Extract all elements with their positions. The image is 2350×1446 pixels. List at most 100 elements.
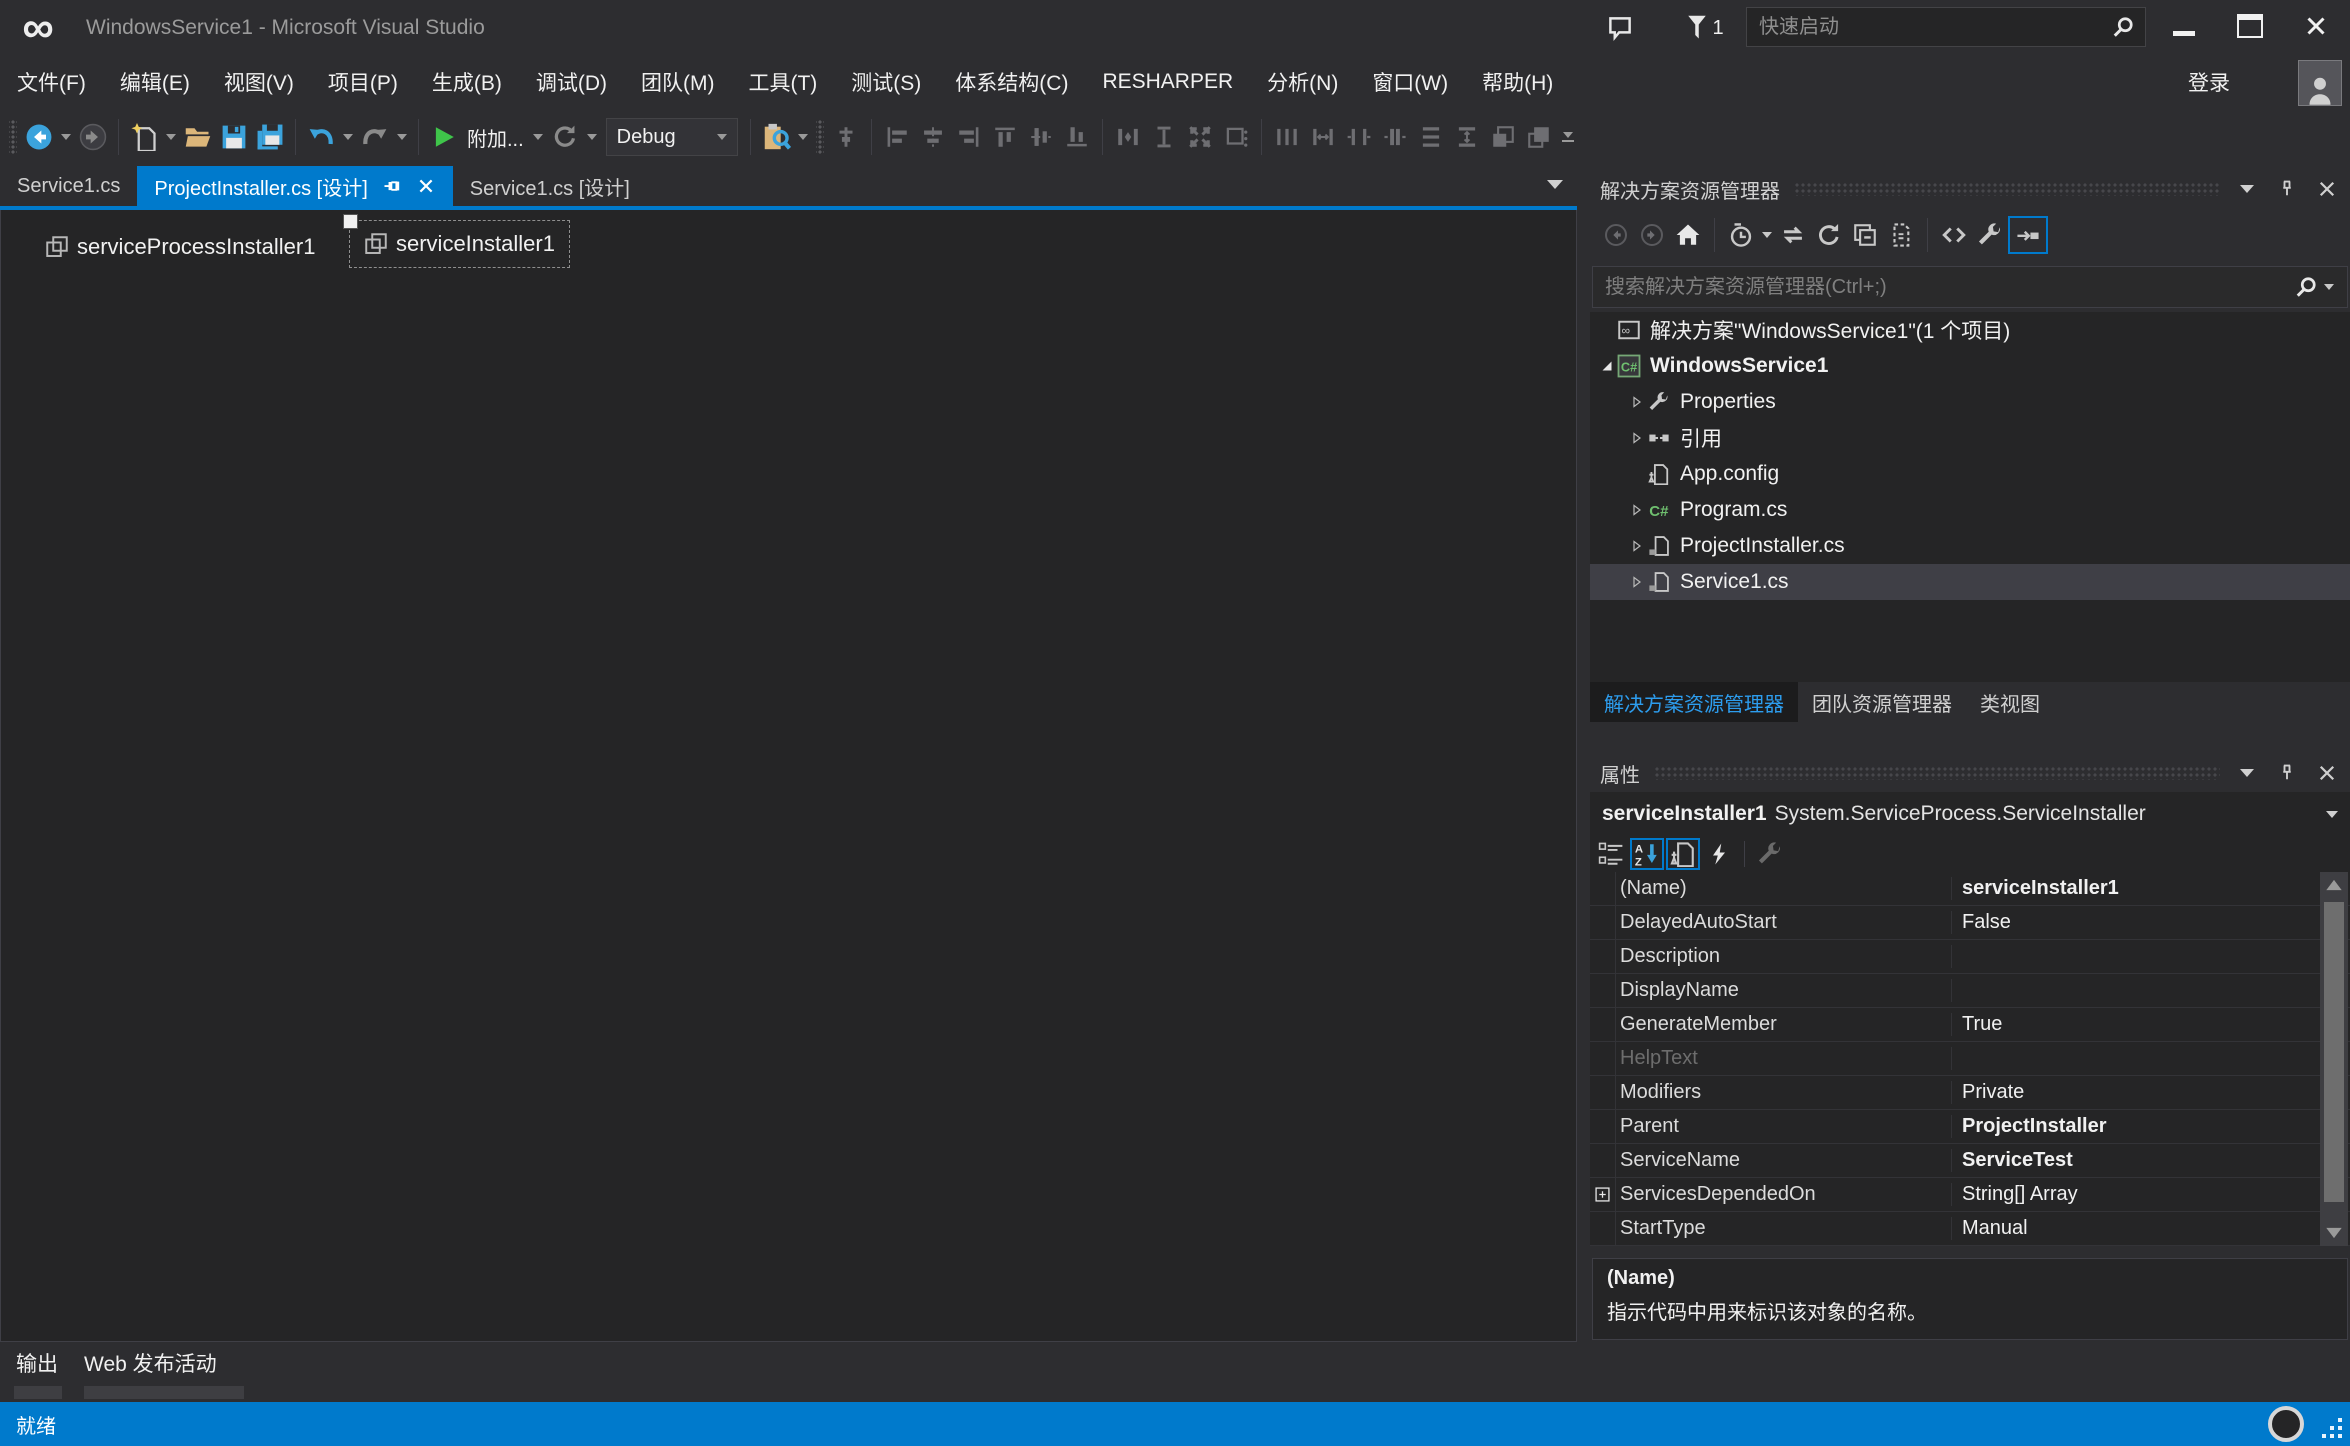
preview-selected-items-toggle[interactable] — [2008, 216, 2048, 254]
web-publish-tab-indicator[interactable] — [84, 1386, 244, 1399]
snap-to-gridlines-button[interactable] — [829, 117, 863, 157]
pin-icon[interactable] — [382, 176, 402, 196]
restart-dropdown[interactable] — [587, 134, 597, 140]
window-position-menu[interactable] — [2234, 176, 2260, 202]
property-value[interactable]: ServiceTest — [1952, 1149, 2350, 1172]
solution-explorer-header[interactable]: 解决方案资源管理器 — [1590, 170, 2350, 208]
menu-analyze[interactable]: 分析(N) — [1250, 56, 1355, 108]
make-vertical-spacing-equal-button[interactable] — [1414, 117, 1448, 157]
new-file-button[interactable] — [127, 117, 161, 157]
start-debug-button[interactable] — [427, 117, 461, 157]
property-row-delayedautostart[interactable]: DelayedAutoStart False — [1590, 906, 2350, 940]
sync-with-active-document-button[interactable] — [1775, 215, 1811, 255]
menu-file[interactable]: 文件(F) — [0, 56, 103, 108]
alphabetical-button[interactable]: AZ — [1630, 838, 1664, 870]
tab-solution-explorer[interactable]: 解决方案资源管理器 — [1590, 682, 1798, 722]
property-pages-button[interactable] — [1753, 838, 1787, 870]
tab-output[interactable]: 输出 — [16, 1348, 58, 1378]
minimize-button[interactable] — [2152, 0, 2216, 52]
menu-view[interactable]: 视图(V) — [207, 56, 311, 108]
tree-item-app-config[interactable]: App.config — [1590, 456, 2350, 492]
expander-collapsed-icon[interactable] — [1628, 537, 1646, 555]
close-button[interactable] — [2284, 0, 2348, 52]
scroll-up-arrow[interactable] — [2320, 872, 2348, 898]
property-row-starttype[interactable]: StartType Manual — [1590, 1212, 2350, 1246]
notifications-button[interactable]: 1 — [1676, 8, 1734, 48]
attach-label[interactable]: 附加... — [467, 123, 524, 152]
auto-hide-pin-button[interactable] — [2274, 760, 2300, 786]
navigate-backward-button[interactable] — [22, 117, 56, 157]
filter-dropdown[interactable] — [1762, 232, 1772, 238]
tree-item-service1-cs[interactable]: Service1.cs — [1590, 564, 2350, 600]
component-serviceinstaller1[interactable]: serviceInstaller1 — [349, 220, 570, 268]
auto-hide-pin-button[interactable] — [2274, 176, 2300, 202]
menu-architecture[interactable]: 体系结构(C) — [938, 56, 1085, 108]
decrease-horizontal-spacing-button[interactable] — [1342, 117, 1376, 157]
tab-service1-designer[interactable]: Service1.cs [设计] — [453, 166, 647, 206]
properties-button[interactable] — [1972, 215, 2008, 255]
search-options-dropdown[interactable] — [2324, 284, 2334, 290]
designer-surface[interactable]: serviceProcessInstaller1 serviceInstalle… — [0, 210, 1577, 1342]
property-row-generatemember[interactable]: GenerateMember True — [1590, 1008, 2350, 1042]
make-same-height-button[interactable] — [1147, 117, 1181, 157]
property-row-modifiers[interactable]: Modifiers Private — [1590, 1076, 2350, 1110]
se-navigate-backward-button[interactable] — [1598, 215, 1634, 255]
expander-collapsed-icon[interactable] — [1628, 393, 1646, 411]
properties-view-button[interactable] — [1666, 838, 1700, 870]
menu-window[interactable]: 窗口(W) — [1355, 56, 1465, 108]
sign-in-link[interactable]: 登录 — [2188, 56, 2230, 108]
tab-service1-cs[interactable]: Service1.cs — [0, 166, 137, 206]
redo-dropdown[interactable] — [397, 134, 407, 140]
property-row-servicename[interactable]: ServiceName ServiceTest — [1590, 1144, 2350, 1178]
quick-launch-box[interactable] — [1746, 7, 2146, 47]
increase-horizontal-spacing-button[interactable] — [1306, 117, 1340, 157]
new-file-dropdown[interactable] — [166, 134, 176, 140]
categorized-button[interactable] — [1594, 838, 1628, 870]
document-list-dropdown[interactable] — [1547, 180, 1563, 189]
collapse-all-button[interactable] — [1847, 215, 1883, 255]
property-row-helptext[interactable]: HelpText — [1590, 1042, 2350, 1076]
property-value[interactable]: ProjectInstaller — [1952, 1115, 2350, 1138]
open-file-button[interactable] — [181, 117, 215, 157]
align-rights-button[interactable] — [952, 117, 986, 157]
selection-handle[interactable] — [343, 214, 358, 229]
property-value[interactable]: serviceInstaller1 — [1952, 877, 2350, 900]
layout-toolbar-drag-grip[interactable] — [816, 120, 824, 154]
menu-team[interactable]: 团队(M) — [624, 56, 731, 108]
menu-resharper[interactable]: RESHARPER — [1085, 56, 1250, 108]
toolbar-overflow-button[interactable] — [1562, 132, 1574, 142]
property-value[interactable]: True — [1952, 1013, 2350, 1036]
property-row-servicesdependedon[interactable]: ServicesDependedOn String[] Array — [1590, 1178, 2350, 1212]
tree-item-windowsservice1-project[interactable]: C# WindowsService1 — [1590, 348, 2350, 384]
undo-dropdown[interactable] — [343, 134, 353, 140]
increase-vertical-spacing-button[interactable] — [1450, 117, 1484, 157]
se-navigate-forward-button[interactable] — [1634, 215, 1670, 255]
scroll-down-arrow[interactable] — [2320, 1220, 2348, 1246]
output-tab-indicator[interactable] — [14, 1386, 62, 1399]
property-value[interactable]: String[] Array — [1952, 1183, 2350, 1206]
menu-help[interactable]: 帮助(H) — [1465, 56, 1570, 108]
tree-item-projectinstaller-cs[interactable]: ProjectInstaller.cs — [1590, 528, 2350, 564]
tab-projectinstaller-designer[interactable]: ProjectInstaller.cs [设计] — [137, 166, 452, 206]
make-same-width-button[interactable] — [1111, 117, 1145, 157]
tab-web-publish-activity[interactable]: Web 发布活动 — [84, 1348, 217, 1378]
save-all-button[interactable] — [253, 117, 287, 157]
events-button[interactable] — [1702, 838, 1736, 870]
properties-header[interactable]: 属性 — [1590, 754, 2350, 792]
expander-collapsed-icon[interactable] — [1628, 501, 1646, 519]
expand-plus-icon[interactable] — [1595, 1187, 1610, 1202]
close-icon[interactable] — [416, 176, 436, 196]
property-grid-scrollbar[interactable] — [2320, 872, 2348, 1246]
home-button[interactable] — [1670, 215, 1706, 255]
menu-debug[interactable]: 调试(D) — [519, 56, 624, 108]
tree-item-program-cs[interactable]: C# Program.cs — [1590, 492, 2350, 528]
object-selector-combo[interactable]: serviceInstaller1 System.ServiceProcess.… — [1590, 792, 2350, 836]
restart-button[interactable] — [548, 117, 582, 157]
align-centers-button[interactable] — [916, 117, 950, 157]
toolbar-drag-grip[interactable] — [9, 120, 17, 154]
pending-changes-filter-button[interactable] — [1723, 215, 1759, 255]
window-position-menu[interactable] — [2234, 760, 2260, 786]
tab-class-view[interactable]: 类视图 — [1966, 682, 2054, 722]
property-value[interactable]: Private — [1952, 1081, 2350, 1104]
component-serviceprocessinstaller1[interactable]: serviceProcessInstaller1 — [31, 224, 329, 270]
